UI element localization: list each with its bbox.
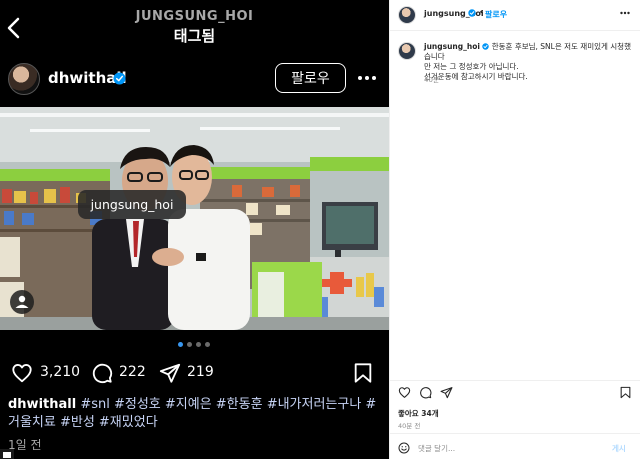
divider [390, 380, 640, 381]
post-actions [390, 386, 640, 402]
comments-panel: jungsung_hoi • 팔로우 jungsung_hoi 한동훈 후보님,… [389, 0, 640, 459]
comments-header: jungsung_hoi • 팔로우 [390, 0, 640, 31]
comment-icon[interactable] [419, 386, 432, 399]
follow-button[interactable]: 팔로우 [275, 63, 346, 93]
share-icon[interactable] [440, 386, 453, 399]
verified-icon [468, 9, 476, 17]
top-bar: JUNGSUNG_HOI 태그됨 [0, 0, 389, 56]
comment-line: 선거운동에 참고하시기 바랍니다. [424, 72, 528, 81]
post-time: 40분 전 [398, 422, 421, 430]
like-count[interactable]: 3,210 [40, 364, 80, 380]
heart-icon[interactable] [11, 362, 33, 384]
mobile-post-panel: JUNGSUNG_HOI 태그됨 dhwithall 팔로우 jungsung_… [0, 0, 389, 459]
emoji-icon[interactable] [398, 442, 410, 454]
home-indicator-icon [0, 449, 14, 459]
comment-username[interactable]: jungsung_hoi [424, 42, 480, 51]
comment-icon[interactable] [91, 362, 113, 384]
comment-text: jungsung_hoi 한동훈 후보님, SNL은 저도 재미있게 시청했습니… [424, 42, 636, 82]
divider [390, 433, 640, 434]
avatar[interactable] [8, 63, 40, 95]
post-photo[interactable] [0, 107, 389, 330]
post-author: dhwithall 팔로우 [0, 60, 389, 100]
follow-link[interactable]: 팔로우 [485, 9, 507, 20]
comment-time: 40분 [424, 76, 440, 84]
page-title: 태그됨 [173, 27, 216, 45]
caption-username[interactable]: dhwithall [8, 397, 76, 412]
carousel-dot[interactable] [205, 342, 210, 347]
avatar[interactable] [398, 42, 416, 60]
heart-icon[interactable] [398, 386, 411, 399]
share-icon[interactable] [159, 362, 181, 384]
more-icon[interactable] [620, 11, 630, 15]
bookmark-icon[interactable] [352, 362, 374, 384]
user-tag-icon[interactable] [10, 290, 34, 314]
share-count[interactable]: 219 [187, 364, 214, 380]
bookmark-icon[interactable] [619, 386, 632, 399]
more-icon[interactable] [357, 68, 377, 88]
store-scene-image [0, 107, 389, 330]
comment-count[interactable]: 222 [119, 364, 146, 380]
post-actions: 3,210 222 219 [0, 358, 389, 388]
carousel-dot[interactable] [196, 342, 201, 347]
comment-input[interactable] [418, 441, 598, 455]
post-comment-button[interactable]: 게시 [612, 443, 626, 454]
verified-icon [113, 72, 126, 85]
post-caption: dhwithall #snl #정성호 #지예은 #한동훈 #내가저러는구나 #… [8, 396, 378, 432]
avatar[interactable] [398, 6, 416, 24]
comment-line: 만 저는 그 정성호가 아닙니다. [424, 62, 519, 71]
carousel-dot[interactable] [178, 342, 183, 347]
likes-count[interactable]: 좋아요 34개 [398, 408, 439, 419]
carousel-dot[interactable] [187, 342, 192, 347]
top-bar-username: JUNGSUNG_HOI [135, 9, 254, 24]
separator-dot: • [479, 8, 484, 17]
photo-tag-label[interactable]: jungsung_hoi [78, 190, 186, 219]
verified-icon [482, 43, 490, 50]
